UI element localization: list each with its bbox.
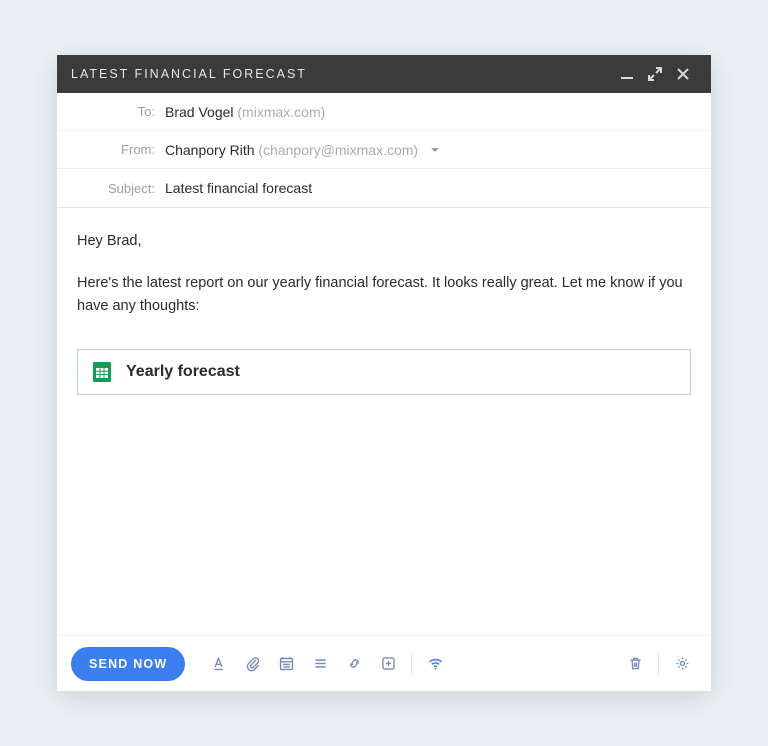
calendar-icon[interactable] <box>271 649 301 679</box>
subject-value: Latest financial forecast <box>165 180 312 196</box>
minimize-icon[interactable] <box>613 60 641 88</box>
header-fields: To: Brad Vogel (mixmax.com) From: Chanpo… <box>57 93 711 208</box>
to-name: Brad Vogel <box>165 104 234 120</box>
close-icon[interactable] <box>669 60 697 88</box>
from-value: Chanpory Rith (chanpory@mixmax.com) <box>165 142 440 158</box>
toolbar: SEND NOW <box>57 635 711 691</box>
to-label: To: <box>57 104 165 119</box>
window-title: LATEST FINANCIAL FORECAST <box>71 67 307 81</box>
body-greeting: Hey Brad, <box>77 230 691 252</box>
google-sheets-icon <box>90 360 114 384</box>
gear-icon[interactable] <box>667 649 697 679</box>
list-icon[interactable] <box>305 649 335 679</box>
subject-label: Subject: <box>57 181 165 196</box>
body-para1: Here's the latest report on our yearly f… <box>77 272 691 317</box>
from-email: (chanpory@mixmax.com) <box>258 142 418 158</box>
chevron-down-icon[interactable] <box>430 145 440 155</box>
text-format-icon[interactable] <box>203 649 233 679</box>
from-name: Chanpory Rith <box>165 142 255 158</box>
message-body[interactable]: Hey Brad, Here's the latest report on ou… <box>57 208 711 635</box>
attachment-title: Yearly forecast <box>126 360 240 385</box>
to-value: Brad Vogel (mixmax.com) <box>165 104 325 120</box>
toolbar-divider <box>411 653 412 675</box>
expand-icon[interactable] <box>641 60 669 88</box>
from-row[interactable]: From: Chanpory Rith (chanpory@mixmax.com… <box>57 131 711 169</box>
attachment-icon[interactable] <box>237 649 267 679</box>
link-icon[interactable] <box>339 649 369 679</box>
to-domain: (mixmax.com) <box>237 104 325 120</box>
to-row[interactable]: To: Brad Vogel (mixmax.com) <box>57 93 711 131</box>
send-button[interactable]: SEND NOW <box>71 647 185 681</box>
toolbar-divider-right <box>658 653 659 675</box>
insert-icon[interactable] <box>373 649 403 679</box>
attachment-card[interactable]: Yearly forecast <box>77 349 691 395</box>
from-label: From: <box>57 142 165 157</box>
titlebar: LATEST FINANCIAL FORECAST <box>57 55 711 93</box>
subject-row[interactable]: Subject: Latest financial forecast <box>57 169 711 207</box>
trash-icon[interactable] <box>620 649 650 679</box>
wifi-icon[interactable] <box>420 649 450 679</box>
compose-window: LATEST FINANCIAL FORECAST To: Brad Vogel… <box>57 55 711 691</box>
